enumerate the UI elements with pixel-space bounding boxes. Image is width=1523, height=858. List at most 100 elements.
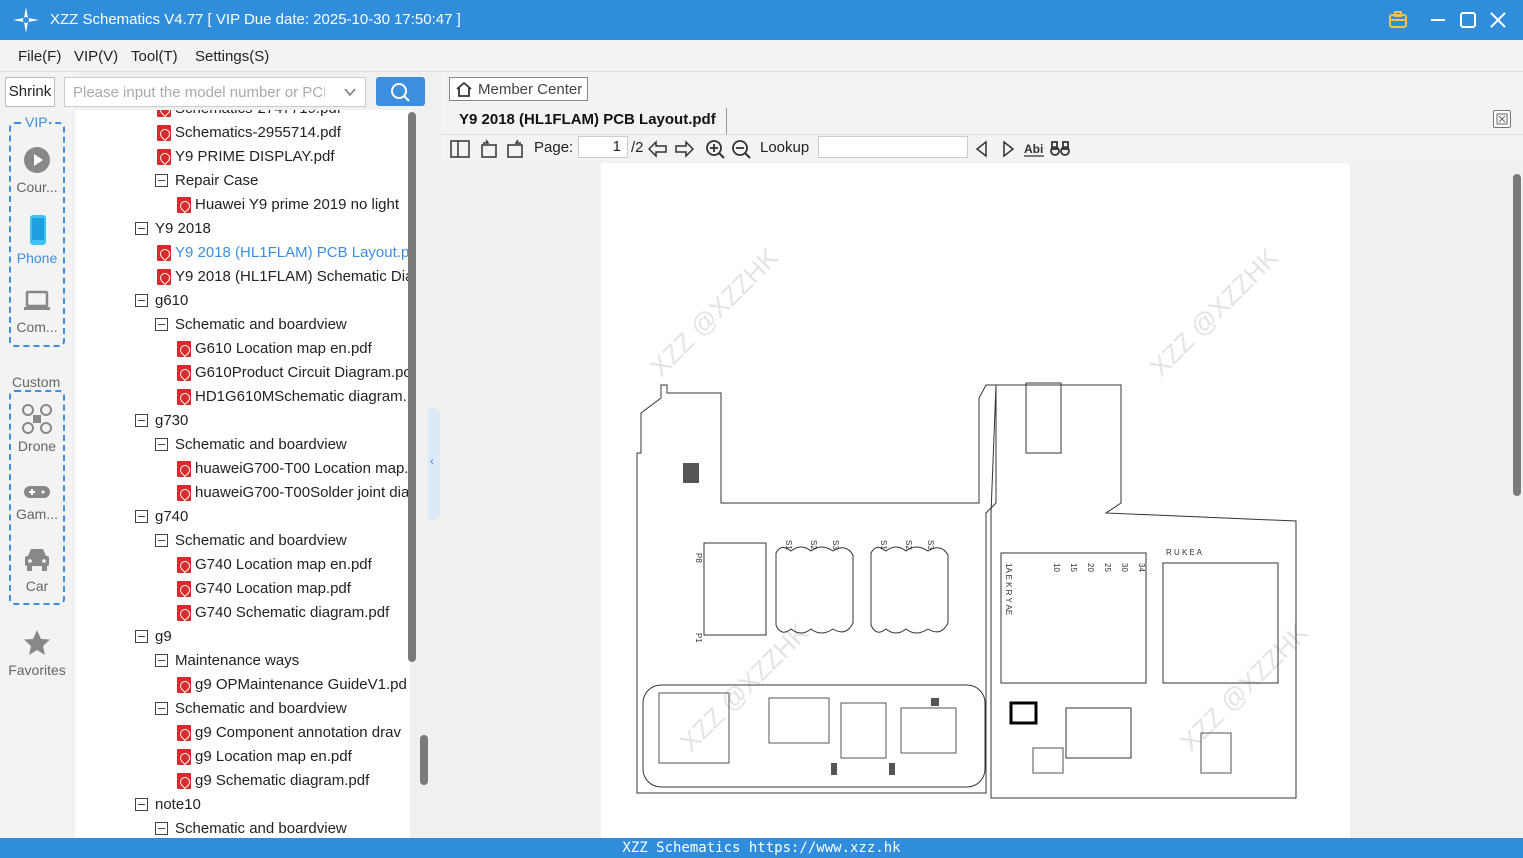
menu-settings[interactable]: Settings(S): [195, 48, 269, 65]
minimize-icon[interactable]: [1426, 8, 1450, 32]
collapse-toggle-icon[interactable]: [155, 174, 168, 187]
svg-text:S2: S2: [904, 540, 913, 550]
tree-file[interactable]: Huawei Y9 prime 2019 no light: [75, 193, 410, 217]
find-previous-icon[interactable]: [971, 139, 993, 159]
category-favorites[interactable]: Favorites: [3, 628, 71, 678]
tree-file[interactable]: G740 Location map en.pdf: [75, 553, 410, 577]
tree-item-label: huaweiG700-T00Solder joint dia: [195, 484, 410, 501]
tree-file[interactable]: g9 Location map en.pdf: [75, 745, 410, 769]
panel-splitter[interactable]: ‹: [428, 408, 440, 520]
tree-file[interactable]: HD1G610MSchematic diagram.: [75, 385, 410, 409]
tree-file[interactable]: Y9 PRIME DISPLAY.pdf: [75, 145, 410, 169]
search-button[interactable]: [376, 77, 425, 106]
tree-file[interactable]: Schematics-2955714.pdf: [75, 121, 410, 145]
collapse-toggle-icon[interactable]: [135, 222, 148, 235]
category-computer[interactable]: Com...: [3, 287, 71, 335]
member-center-button[interactable]: Member Center: [449, 77, 588, 101]
collapse-toggle-icon[interactable]: [135, 798, 148, 811]
tree-file[interactable]: g9 Component annotation drav: [75, 721, 410, 745]
previous-page-icon[interactable]: [647, 139, 669, 159]
page-number-input[interactable]: 1: [578, 136, 628, 158]
tree-folder[interactable]: Schematic and boardview: [75, 313, 410, 337]
collapse-toggle-icon[interactable]: [155, 654, 168, 667]
category-courses[interactable]: Cour...: [3, 145, 71, 195]
pdf-file-icon: [177, 677, 191, 693]
tree-folder[interactable]: Schematic and boardview: [75, 433, 410, 457]
tree-folder[interactable]: Schematic and boardview: [75, 529, 410, 553]
tree-folder[interactable]: Repair Case: [75, 169, 410, 193]
pdf-file-icon: [177, 341, 191, 357]
zoom-in-icon[interactable]: [704, 139, 726, 159]
tree-folder[interactable]: Schematic and boardview: [75, 817, 410, 838]
tree-item-label: Y9 PRIME DISPLAY.pdf: [175, 148, 335, 165]
tree-file[interactable]: Y9 2018 (HL1FLAM) PCB Layout.pd: [75, 241, 410, 265]
tree-file[interactable]: G740 Location map.pdf: [75, 577, 410, 601]
collapse-toggle-icon[interactable]: [135, 630, 148, 643]
pdf-page[interactable]: XZZ @XZZHK XZZ @XZZHK XZZ @XZZHK XZZ @XZ…: [601, 163, 1350, 838]
tree-file[interactable]: huaweiG700-T00 Location map.: [75, 457, 410, 481]
close-tab-button[interactable]: [1493, 110, 1511, 128]
search-field[interactable]: [65, 78, 325, 106]
tree-file[interactable]: G610 Location map en.pdf: [75, 337, 410, 361]
tree-file[interactable]: Y9 2018 (HL1FLAM) Schematic Dia: [75, 265, 410, 289]
shrink-button[interactable]: Shrink: [5, 77, 55, 107]
collapse-toggle-icon[interactable]: [155, 822, 168, 835]
pdf-file-icon: [157, 125, 171, 141]
tree-folder[interactable]: note10: [75, 793, 410, 817]
tree-folder[interactable]: g610: [75, 289, 410, 313]
viewer-scrollbar[interactable]: [1511, 162, 1523, 838]
tree-file[interactable]: huaweiG700-T00Solder joint dia: [75, 481, 410, 505]
tree-scrollbar[interactable]: [408, 112, 416, 662]
pdf-file-icon: [177, 725, 191, 741]
find-next-icon[interactable]: [997, 139, 1019, 159]
vip-briefcase-icon[interactable]: [1386, 8, 1410, 32]
category-car[interactable]: Car: [3, 546, 71, 594]
collapse-toggle-icon[interactable]: [155, 318, 168, 331]
tree-item-label: g9 Location map en.pdf: [195, 748, 352, 765]
menu-vip[interactable]: VIP(V): [74, 48, 118, 65]
category-label: Car: [25, 578, 49, 594]
tree-folder[interactable]: Schematic and boardview: [75, 697, 410, 721]
toggle-panel-icon[interactable]: [449, 139, 471, 159]
tree-folder[interactable]: g740: [75, 505, 410, 529]
collapse-toggle-icon[interactable]: [135, 414, 148, 427]
maximize-icon[interactable]: [1456, 8, 1480, 32]
chevron-down-icon[interactable]: [343, 85, 357, 99]
next-page-icon[interactable]: [673, 139, 695, 159]
tree-horizontal-scrollbar[interactable]: [420, 735, 428, 785]
pdf-file-icon: [177, 749, 191, 765]
viewer-scrollbar-thumb[interactable]: [1513, 174, 1521, 496]
collapse-toggle-icon[interactable]: [135, 510, 148, 523]
collapse-toggle-icon[interactable]: [135, 294, 148, 307]
match-case-icon[interactable]: Abi: [1023, 139, 1045, 159]
category-phone[interactable]: Phone: [3, 214, 71, 266]
binoculars-icon[interactable]: [1049, 139, 1071, 159]
close-icon[interactable]: [1486, 8, 1510, 32]
lookup-label: Lookup: [760, 139, 810, 156]
search-input[interactable]: [64, 77, 366, 107]
tree-item-label: Schematic and boardview: [175, 700, 347, 717]
tree-file[interactable]: G740 Schematic diagram.pdf: [75, 601, 410, 625]
tree-folder[interactable]: g730: [75, 409, 410, 433]
category-drone[interactable]: Drone: [3, 404, 71, 454]
rotate-right-icon[interactable]: [504, 139, 526, 159]
collapse-toggle-icon[interactable]: [155, 438, 168, 451]
rotate-left-icon[interactable]: [478, 139, 500, 159]
tree-folder[interactable]: Y9 2018: [75, 217, 410, 241]
tree-file[interactable]: g9 Schematic diagram.pdf: [75, 769, 410, 793]
collapse-toggle-icon[interactable]: [155, 702, 168, 715]
category-game[interactable]: Gam...: [3, 482, 71, 522]
pdf-file-icon: [177, 485, 191, 501]
menu-file[interactable]: File(F): [18, 48, 61, 65]
collapse-toggle-icon[interactable]: [155, 534, 168, 547]
tree-file[interactable]: g9 OPMaintenance GuideV1.pd: [75, 673, 410, 697]
lookup-input[interactable]: [818, 136, 968, 158]
document-tab[interactable]: Y9 2018 (HL1FLAM) PCB Layout.pdf: [449, 108, 727, 134]
tree-folder[interactable]: g9: [75, 625, 410, 649]
zoom-out-icon[interactable]: [730, 139, 752, 159]
tree-file[interactable]: Schematics-2747719.pdf: [75, 110, 410, 121]
menu-tool[interactable]: Tool(T): [131, 48, 178, 65]
pdf-file-icon: [177, 365, 191, 381]
tree-folder[interactable]: Maintenance ways: [75, 649, 410, 673]
tree-file[interactable]: G610Product Circuit Diagram.pc: [75, 361, 410, 385]
